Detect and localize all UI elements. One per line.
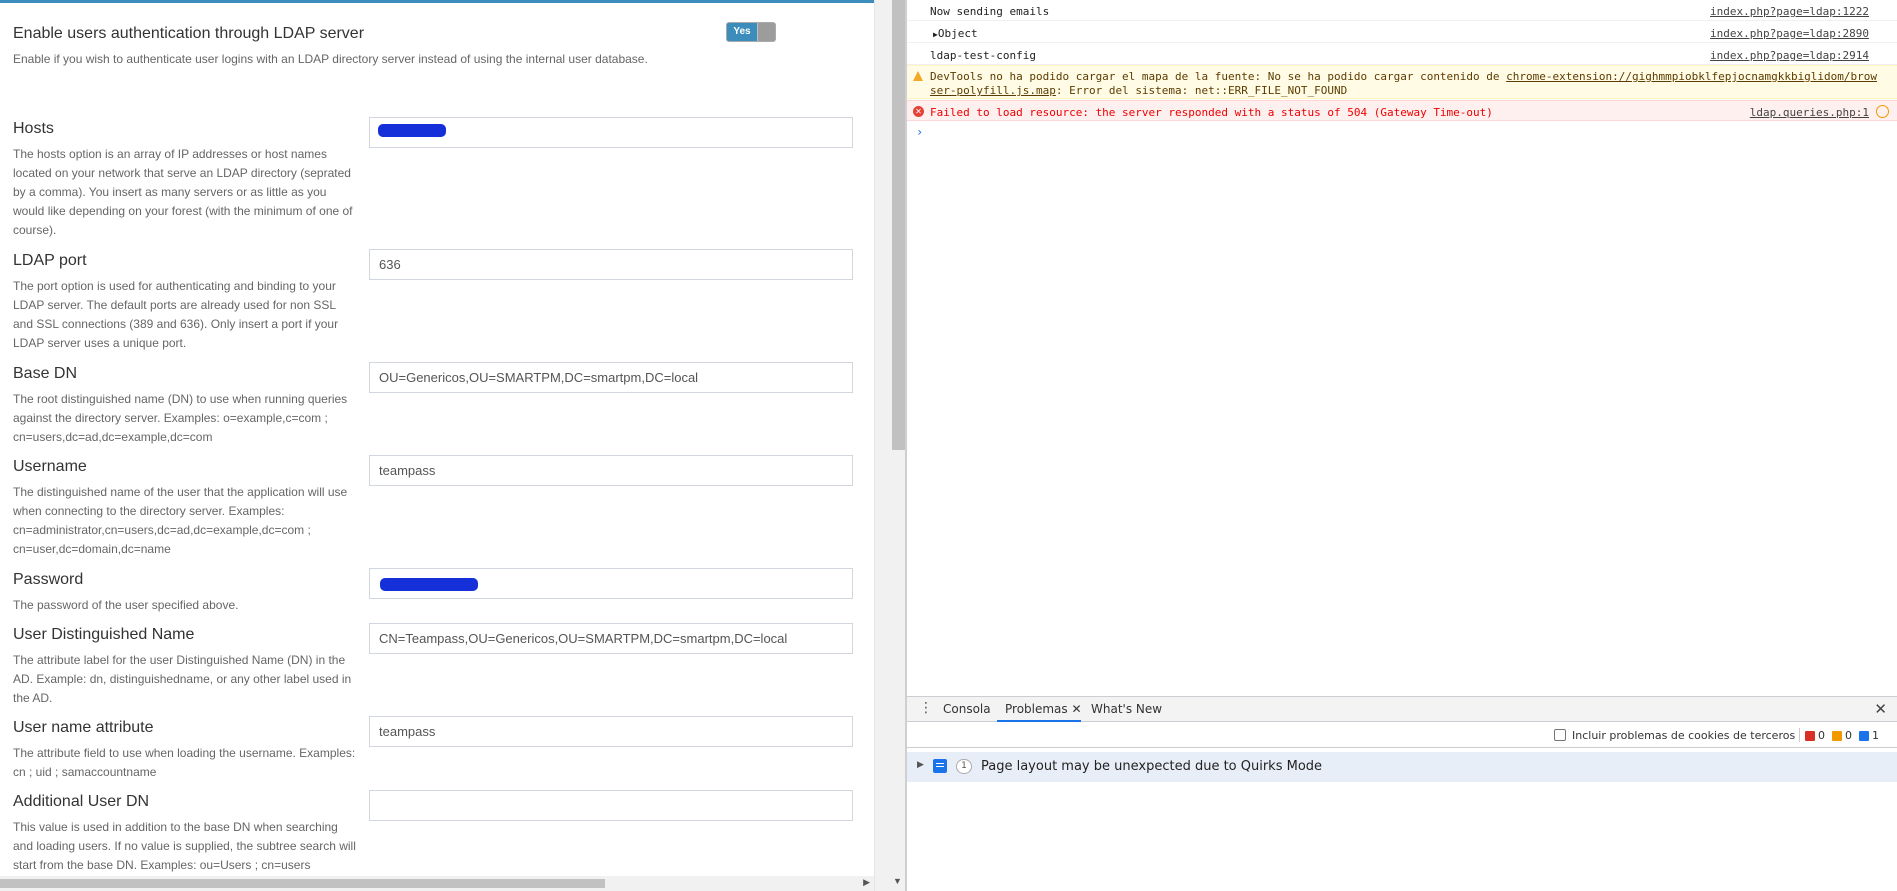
third-party-cookies-checkbox[interactable] bbox=[1554, 729, 1566, 741]
issues-toolbar: Incluir problemas de cookies de terceros… bbox=[907, 723, 1897, 748]
base-dn-input[interactable]: OU=Genericos,OU=SMARTPM,DC=smartpm,DC=lo… bbox=[369, 362, 853, 393]
user-name-attribute-input[interactable]: teampass bbox=[369, 716, 853, 747]
error-icon: ✕ bbox=[913, 106, 924, 117]
toolbar-separator bbox=[1799, 728, 1800, 742]
top-accent-bar bbox=[0, 0, 874, 3]
devtools-panel: Now sending emails index.php?page=ldap:1… bbox=[907, 0, 1897, 891]
console-message-text: ldap-test-config bbox=[930, 49, 1036, 62]
third-party-cookies-label: Incluir problemas de cookies de terceros bbox=[1572, 729, 1796, 742]
ldap-enable-description: Enable if you wish to authenticate user … bbox=[13, 52, 648, 66]
error-count: 0 bbox=[1818, 729, 1825, 742]
console-source-link[interactable]: index.php?page=ldap:1222 bbox=[1710, 5, 1869, 18]
user-dn-input[interactable]: CN=Teampass,OU=Genericos,OU=SMARTPM,DC=s… bbox=[369, 623, 853, 654]
console-source-link[interactable]: ldap.queries.php:1 bbox=[1750, 106, 1869, 119]
console-message: ▶Object index.php?page=ldap:2890 bbox=[907, 22, 1897, 43]
warning-text: DevTools no ha podido cargar el mapa de … bbox=[930, 70, 1507, 83]
warning-link-continued[interactable]: ser-polyfill.js.map bbox=[930, 84, 1056, 97]
console-source-link[interactable]: index.php?page=ldap:2890 bbox=[1710, 27, 1869, 40]
console-message-text: Now sending emails bbox=[930, 5, 1050, 18]
ldap-settings-page: Enable users authentication through LDAP… bbox=[0, 0, 874, 891]
info-count-badge[interactable]: 1 bbox=[1859, 729, 1879, 742]
scroll-down-arrow-icon[interactable]: ▼ bbox=[893, 876, 902, 886]
console-object[interactable]: Object bbox=[938, 27, 978, 40]
warning-count-icon bbox=[1832, 730, 1842, 741]
warning-text-end: : Error del sistema: net::ERR_FILE_NOT_F… bbox=[1055, 84, 1348, 97]
drawer-tab-bar: ⋮ Consola Problemas ✕ What's New ✕ bbox=[907, 696, 1897, 722]
issue-info-icon bbox=[933, 759, 947, 773]
expand-issue-icon[interactable]: ▶ bbox=[917, 760, 924, 770]
close-tab-icon[interactable]: ✕ bbox=[1072, 702, 1082, 716]
ldap-enable-toggle[interactable]: Yes bbox=[726, 22, 776, 42]
scroll-right-arrow-icon[interactable]: ▶ bbox=[863, 877, 870, 888]
setting-description: The attribute field to use when loading … bbox=[13, 746, 356, 779]
setting-title: Password bbox=[13, 571, 84, 588]
setting-title: User name attribute bbox=[13, 719, 154, 736]
warning-link[interactable]: chrome-extension://gighmmpiobklfepjocnam… bbox=[1506, 70, 1877, 83]
console-message: ldap-test-config index.php?page=ldap:291… bbox=[907, 44, 1897, 65]
redaction-mark bbox=[380, 578, 478, 591]
setting-description: The distinguished name of the user that … bbox=[13, 485, 348, 556]
setting-description: The root distinguished name (DN) to use … bbox=[13, 392, 348, 444]
setting-description: The hosts option is an array of IP addre… bbox=[13, 147, 353, 237]
issue-row[interactable]: ▶ 1 Page layout may be unexpected due to… bbox=[907, 752, 1897, 782]
warning-icon bbox=[913, 71, 923, 81]
ldap-enable-title: Enable users authentication through LDAP… bbox=[13, 25, 365, 42]
setting-title: Additional User DN bbox=[13, 793, 150, 810]
setting-description: The password of the user specified above… bbox=[13, 598, 239, 612]
setting-title: Hosts bbox=[13, 120, 54, 137]
setting-title: Base DN bbox=[13, 365, 78, 382]
console-error: ✕ Failed to load resource: the server re… bbox=[907, 100, 1897, 121]
console-source-link[interactable]: index.php?page=ldap:2914 bbox=[1710, 49, 1869, 62]
issue-text: Page layout may be unexpected due to Qui… bbox=[981, 759, 1323, 774]
error-text: Failed to load resource: the server resp… bbox=[930, 106, 1493, 119]
close-drawer-icon[interactable]: ✕ bbox=[1874, 700, 1887, 718]
error-count-icon bbox=[1805, 730, 1815, 741]
console-message: Now sending emails index.php?page=ldap:1… bbox=[907, 0, 1897, 21]
setting-title: LDAP port bbox=[13, 252, 87, 269]
setting-description: The port option is used for authenticati… bbox=[13, 279, 339, 350]
warning-count-badge[interactable]: 0 bbox=[1832, 729, 1852, 742]
vertical-scrollbar[interactable]: ▼ bbox=[874, 0, 908, 891]
issue-count: 1 bbox=[956, 759, 972, 774]
more-tabs-icon[interactable]: ⋮ bbox=[919, 700, 933, 716]
setting-title: Username bbox=[13, 458, 87, 475]
network-recorder-icon[interactable] bbox=[1876, 105, 1889, 118]
tab-consola[interactable]: Consola bbox=[943, 702, 991, 716]
toggle-knob bbox=[758, 23, 775, 41]
toggle-yes-label: Yes bbox=[727, 23, 757, 41]
tab-problemas[interactable]: Problemas ✕ bbox=[1005, 702, 1082, 716]
setting-description: The attribute label for the user Disting… bbox=[13, 653, 352, 705]
setting-title: User Distinguished Name bbox=[13, 626, 195, 643]
active-tab-indicator bbox=[997, 720, 1081, 722]
tab-whats-new[interactable]: What's New bbox=[1091, 702, 1162, 716]
ldap-port-input[interactable]: 636 bbox=[369, 249, 853, 280]
tab-problemas-label: Problemas bbox=[1005, 702, 1068, 716]
username-input[interactable]: teampass bbox=[369, 455, 853, 486]
horizontal-scrollbar-thumb[interactable] bbox=[0, 879, 605, 888]
warning-count: 0 bbox=[1845, 729, 1852, 742]
info-count-icon bbox=[1859, 730, 1869, 741]
additional-user-dn-input[interactable] bbox=[369, 790, 853, 821]
redaction-mark bbox=[378, 124, 446, 137]
console-warning: DevTools no ha podido cargar el mapa de … bbox=[907, 65, 1897, 99]
error-count-badge[interactable]: 0 bbox=[1805, 729, 1825, 742]
horizontal-scrollbar[interactable]: ▶ bbox=[0, 876, 874, 891]
console-prompt[interactable]: › bbox=[916, 125, 923, 139]
info-count: 1 bbox=[1872, 729, 1879, 742]
setting-description: This value is used in addition to the ba… bbox=[13, 820, 356, 872]
